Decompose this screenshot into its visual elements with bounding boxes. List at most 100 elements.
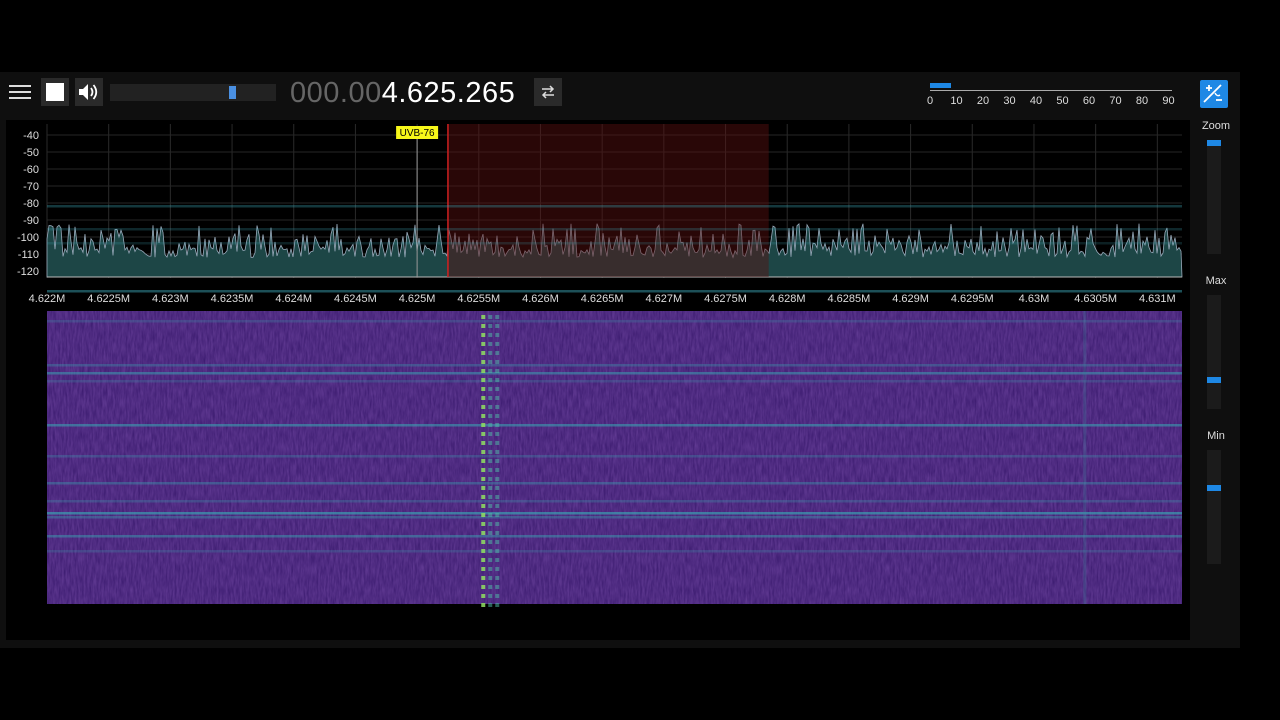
waterfall-signal-dot [481, 504, 486, 508]
sdr-app: 000.004.625.265 0 10 20 30 40 50 60 70 80 90 [0, 72, 1240, 648]
waterfall-signal-dot [481, 603, 486, 607]
max-label: Max [1205, 275, 1227, 287]
waterfall-signal-dot [488, 441, 493, 445]
max-slider-thumb[interactable] [1207, 377, 1221, 384]
selected-band[interactable] [447, 124, 769, 277]
db-tick-label: -40 [23, 130, 39, 142]
waterfall-signal-dot [495, 495, 500, 499]
waterfall-signal-dot [481, 486, 486, 490]
waterfall-signal-dot [488, 486, 493, 490]
freq-tick-label: 4.627M [645, 293, 682, 305]
swap-arrows-icon [541, 85, 555, 99]
waterfall-signal-dot [488, 513, 493, 517]
min-slider-thumb[interactable] [1207, 484, 1221, 491]
waterfall-signal-dot [481, 414, 486, 418]
db-tick-label: -50 [23, 147, 39, 159]
waterfall-signal-dot [481, 495, 486, 499]
hamburger-menu-icon [9, 85, 31, 99]
waterfall-signal-dot [481, 540, 486, 544]
snr-meter-scale [930, 90, 1172, 91]
freq-tick-label: 4.6265M [581, 293, 624, 305]
waterfall-signal-dot [495, 405, 500, 409]
zoom-slider[interactable] [1207, 140, 1221, 254]
waterfall-signal-dot [481, 342, 486, 346]
waterfall-signal-dot [495, 378, 500, 382]
waterfall-signal-dot [495, 522, 500, 526]
volume-button[interactable] [75, 78, 103, 106]
waterfall-signal-dot [488, 504, 493, 508]
freq-tick-label: 4.6285M [827, 293, 870, 305]
waterfall-signal-dot [495, 486, 500, 490]
stop-button[interactable] [41, 78, 69, 106]
swap-button[interactable] [534, 78, 562, 106]
freq-tick-label: 4.628M [769, 293, 806, 305]
waterfall-signal-dot [488, 567, 493, 571]
db-tick-label: -120 [17, 266, 39, 278]
waterfall-signal-line [47, 372, 1182, 375]
waterfall-signal-dot [488, 315, 493, 319]
spectrum-waterfall-plot[interactable]: -40 -50 -60 -70 -80 -90 -100 -110 -120 UVB-76 4.6… [6, 120, 1190, 640]
waterfall-signal-line [47, 380, 1182, 383]
waterfall-signal-line [47, 500, 1182, 503]
waterfall-signal-line [47, 320, 1182, 323]
zoom-slider-thumb[interactable] [1207, 140, 1221, 146]
spectrum-svg[interactable]: -40 -50 -60 -70 -80 -90 -100 -110 -120 UVB-76 4.6… [6, 120, 1190, 640]
waterfall-signal-dot [488, 558, 493, 562]
waterfall-signal-dot [481, 558, 486, 562]
waterfall-signal-dot [495, 504, 500, 508]
frequency-display[interactable]: 000.004.625.265 [290, 74, 515, 112]
waterfall-signal-dot [488, 450, 493, 454]
snr-tick-label: 30 [1003, 95, 1016, 107]
waterfall-signal-dot [481, 522, 486, 526]
volume-slider[interactable] [110, 84, 276, 101]
waterfall-signal-dot [488, 396, 493, 400]
max-slider[interactable] [1207, 295, 1221, 409]
waterfall-signal-dot [495, 324, 500, 328]
snr-tick-label: 10 [950, 95, 963, 107]
freq-tick-label: 4.6235M [211, 293, 254, 305]
speaker-volume-icon [79, 84, 98, 100]
waterfall-signal-line [47, 228, 1182, 231]
zoom-label: Zoom [1201, 120, 1231, 132]
toolbar: 000.004.625.265 0 10 20 30 40 50 60 70 80 90 [0, 72, 1240, 114]
waterfall-signal-dot [495, 477, 500, 481]
min-slider[interactable] [1207, 450, 1221, 564]
waterfall-signal-line [47, 364, 1182, 367]
waterfall-signal-dot [488, 324, 493, 328]
waterfall-signal-dot [488, 423, 493, 427]
waterfall-signal-dot [481, 531, 486, 535]
waterfall-signal-dot [488, 405, 493, 409]
waterfall-signal-dot [488, 576, 493, 580]
snr-tick-label: 80 [1135, 95, 1149, 107]
waterfall-signal-dot [481, 567, 486, 571]
snr-tick-label: 40 [1029, 95, 1043, 107]
waterfall-signal-dot [481, 387, 486, 391]
freq-tick-label: 4.623M [152, 293, 189, 305]
volume-slider-thumb[interactable] [229, 86, 237, 99]
waterfall-signal-dot [488, 477, 493, 481]
audio-controls-button[interactable] [1200, 80, 1228, 108]
menu-button[interactable] [6, 78, 34, 106]
frequency-leading-digits: 000.00 [290, 77, 382, 109]
waterfall-signal-dot [488, 549, 493, 553]
freq-tick-label: 4.6225M [87, 293, 130, 305]
min-label: Min [1207, 430, 1225, 442]
waterfall-signal-dot [495, 603, 500, 607]
waterfall-signal-dot [488, 603, 493, 607]
waterfall-signal-dot [495, 414, 500, 418]
stop-square-icon [46, 83, 64, 101]
db-tick-label: -110 [18, 249, 39, 261]
waterfall-signal-line [47, 512, 1182, 515]
freq-tick-label: 4.63M [1019, 293, 1050, 305]
waterfall-signal-dot [495, 360, 500, 364]
waterfall-signal-dot [481, 477, 486, 481]
waterfall-signal-dot [495, 369, 500, 373]
snr-tick-label: 0 [926, 95, 934, 107]
waterfall-signal-dot [488, 594, 493, 598]
waterfall-signal-dot [481, 423, 486, 427]
freq-tick-label: 4.6245M [334, 293, 377, 305]
waterfall-signal-dot [495, 441, 500, 445]
waterfall-signal-dot [495, 558, 500, 562]
waterfall-signal-dot [481, 459, 486, 463]
waterfall-signal-dot [495, 549, 500, 553]
